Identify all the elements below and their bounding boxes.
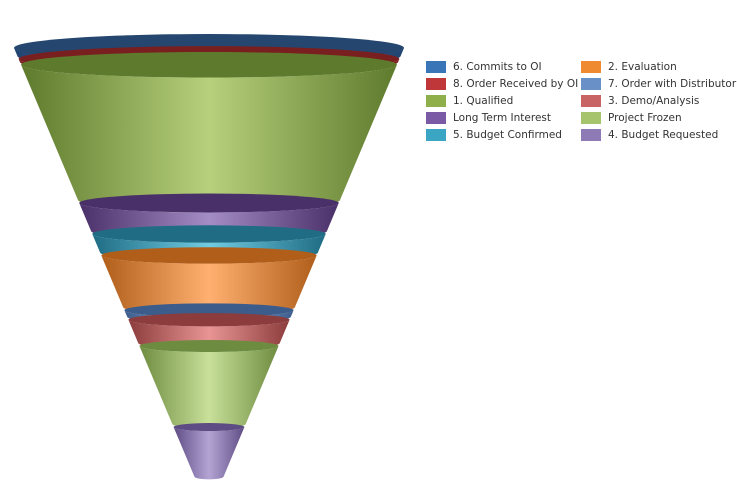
- legend-label: 1. Qualified: [453, 94, 514, 107]
- legend-label: 7. Order with Distributor: [608, 77, 737, 90]
- funnel-segment[interactable]: [173, 427, 245, 480]
- legend-label: 5. Budget Confirmed: [453, 128, 562, 141]
- legend-item: Project Frozen: [581, 109, 682, 126]
- legend-swatch: [426, 128, 446, 141]
- legend-label: 8. Order Received by OI: [453, 77, 579, 90]
- legend-label: Project Frozen: [608, 111, 682, 124]
- legend-swatch: [426, 60, 446, 73]
- legend-item: 6. Commits to OI: [426, 58, 542, 75]
- legend-item: 1. Qualified: [426, 92, 513, 109]
- legend-label: 6. Commits to OI: [453, 60, 542, 73]
- legend-swatch: [426, 77, 446, 90]
- legend-item: 2. Evaluation: [581, 58, 677, 75]
- legend-item: 8. Order Received by OI: [426, 75, 578, 92]
- legend-item: Long Term Interest: [426, 109, 551, 126]
- funnel-segment-top: [21, 51, 397, 78]
- legend-swatch: [581, 111, 601, 124]
- legend-swatch: [581, 94, 601, 107]
- legend-item: 3. Demo/Analysis: [581, 92, 699, 109]
- legend-swatch: [581, 77, 601, 90]
- funnel-segment-top: [173, 423, 245, 432]
- funnel-segment-top: [79, 193, 339, 213]
- legend-label: Long Term Interest: [453, 111, 551, 124]
- funnel-segment[interactable]: [21, 64, 397, 210]
- funnel-segment[interactable]: [139, 346, 279, 429]
- funnel-segment-top: [101, 247, 317, 264]
- funnel-segment-top: [128, 313, 290, 327]
- legend-item: 4. Budget Requested: [581, 126, 718, 143]
- legend-label: 3. Demo/Analysis: [608, 94, 700, 107]
- legend-item: 7. Order with Distributor: [581, 75, 736, 92]
- legend-swatch: [426, 111, 446, 124]
- legend-swatch: [426, 94, 446, 107]
- funnel-chart: [14, 34, 404, 480]
- funnel-segment-top: [92, 225, 326, 243]
- legend-item: 5. Budget Confirmed: [426, 126, 562, 143]
- legend-label: 2. Evaluation: [608, 60, 677, 73]
- legend-swatch: [581, 128, 601, 141]
- legend-label: 4. Budget Requested: [608, 128, 719, 141]
- funnel-segment-top: [139, 340, 279, 353]
- legend-swatch: [581, 60, 601, 73]
